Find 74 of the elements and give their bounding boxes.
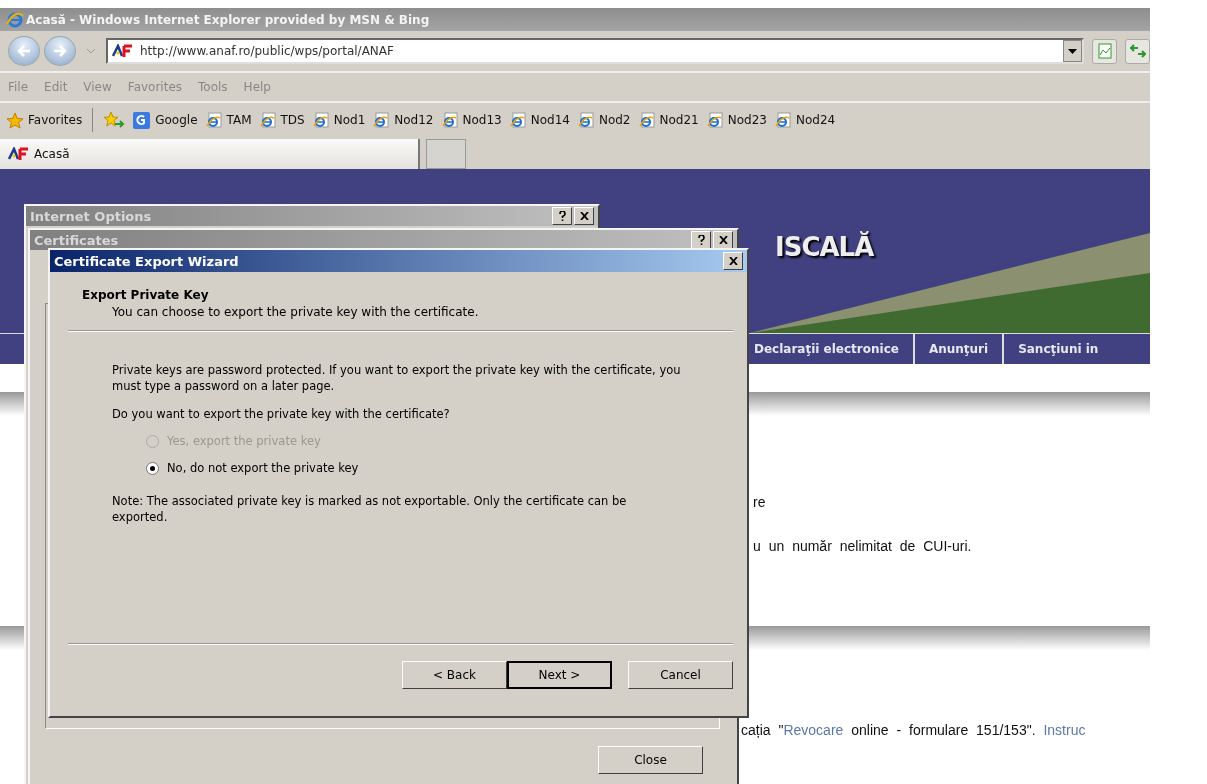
- browser-tab[interactable]: Acasă: [0, 139, 420, 169]
- favorite-link[interactable]: TAM: [205, 112, 252, 128]
- ie-page-icon: [205, 112, 222, 128]
- add-favorite-star-icon: [103, 111, 126, 129]
- url-text: http://www.anaf.ro/public/wps/portal/ANAF: [140, 44, 395, 58]
- banner-title: ISCALĂ: [775, 232, 874, 262]
- wizard-subheading: You can choose to export the private key with the certificate.: [111, 305, 480, 319]
- address-field[interactable]: http://www.anaf.ro/public/wps/portal/ANAF: [106, 38, 1084, 64]
- ie-page-icon: [312, 112, 329, 128]
- question-text: Do you want to export the private key with the certificate?: [112, 406, 451, 422]
- favorite-link[interactable]: Nod24: [774, 112, 836, 128]
- dialog-title: Certificates: [34, 232, 119, 248]
- help-button[interactable]: [691, 231, 711, 249]
- refresh-button[interactable]: [1125, 38, 1150, 64]
- question-mark-icon: [697, 235, 705, 245]
- ie-page-icon: [706, 112, 723, 128]
- wizard-button[interactable]: < Back: [402, 661, 507, 689]
- nav-link[interactable]: Anunţuri: [912, 334, 1003, 364]
- close-icon: [718, 236, 728, 244]
- body-text: Private keys are password protected. If you want to export the private key with the certificate, you must type a password on a later page.: [112, 362, 682, 394]
- radio-button[interactable]: [146, 461, 159, 475]
- address-dropdown-button[interactable]: [1063, 40, 1082, 62]
- close-button[interactable]: [723, 252, 743, 270]
- window-title: Acasă - Windows Internet Explorer provided by MSN & Bing: [26, 12, 430, 27]
- favorite-link[interactable]: Nod21: [638, 112, 699, 128]
- af-logo-icon: [112, 44, 134, 58]
- ie-page-icon: [373, 112, 390, 128]
- paragraph-text: u un număr nelimitat de CUI-uri.: [753, 538, 973, 554]
- star-icon: [6, 111, 24, 129]
- ie-page-icon: [441, 112, 458, 128]
- ie-page-icon: [259, 112, 276, 128]
- wizard-button[interactable]: Next >: [507, 661, 612, 689]
- refresh-arrows-icon: [1129, 43, 1146, 59]
- wizard-button[interactable]: Cancel: [628, 661, 733, 689]
- paragraph-text: cația "Revocare online - formulare 151/153". Instruc: [741, 722, 1087, 738]
- radio-option[interactable]: No, do not export the private key: [146, 461, 683, 475]
- favorite-link[interactable]: Google: [133, 111, 198, 129]
- tab-label: Acasă: [34, 147, 70, 161]
- nav-link[interactable]: Sancţiuni in: [1002, 334, 1113, 364]
- text-link[interactable]: Revocare: [783, 722, 844, 738]
- dropdown-caret-icon: [86, 48, 96, 54]
- favorite-link[interactable]: Nod23: [706, 112, 767, 128]
- ie-page-icon: [577, 112, 594, 128]
- favorite-link[interactable]: Nod14: [509, 112, 570, 128]
- favorite-link[interactable]: Nod2: [577, 112, 631, 128]
- favorite-link[interactable]: TDS: [259, 112, 305, 128]
- ie-page-icon: [638, 112, 655, 128]
- favorite-link[interactable]: Nod12: [373, 112, 434, 128]
- paragraph-text: re: [753, 494, 767, 510]
- ie-logo-icon: [6, 10, 24, 29]
- close-icon: [579, 212, 589, 220]
- help-button[interactable]: [552, 207, 572, 225]
- favorite-link[interactable]: Nod13: [441, 112, 502, 128]
- close-icon: [728, 257, 738, 265]
- dialog-title: Certificate Export Wizard: [54, 253, 239, 269]
- close-button[interactable]: [713, 231, 733, 249]
- caret-icon: [1068, 48, 1077, 54]
- close-button[interactable]: [574, 207, 594, 225]
- dialog-title: Internet Options: [30, 208, 152, 224]
- af-logo-icon: [8, 147, 30, 161]
- close-dialog-button[interactable]: Close: [598, 746, 703, 774]
- radio-option: Yes, export the private key: [146, 434, 683, 448]
- favorites-button[interactable]: Favorites: [0, 111, 83, 129]
- text-link[interactable]: Instruc: [1043, 722, 1086, 738]
- favorite-link[interactable]: Nod1: [312, 112, 366, 128]
- ie-page-icon: [509, 112, 526, 128]
- note-text: Note: The associated private key is marked as not exportable. Only the certificate can be exported.: [112, 493, 628, 525]
- page-icon: [1096, 43, 1113, 59]
- question-mark-icon: [558, 211, 566, 221]
- wizard-heading: Export Private Key: [82, 288, 210, 302]
- forward-arrow-icon: [53, 45, 67, 57]
- back-arrow-icon: [17, 45, 31, 57]
- google-logo-icon: [133, 111, 151, 129]
- ie-page-icon: [774, 112, 791, 128]
